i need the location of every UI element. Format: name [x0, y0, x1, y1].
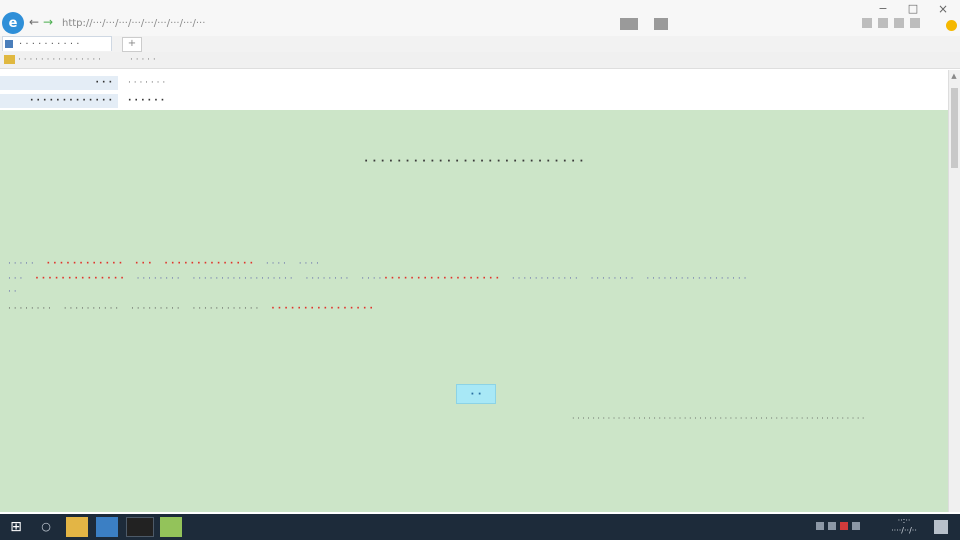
history-icon[interactable] — [878, 18, 888, 28]
tab-strip — [0, 36, 960, 52]
field-label: · · · · · · · · · · · · · — [0, 94, 118, 108]
message-link[interactable]: · · · · · · · · · · · · — [512, 274, 578, 284]
tab-active[interactable]: · · · · · · · · · · — [2, 36, 112, 51]
clock-date: ····/··/·· — [891, 526, 917, 535]
new-tab-button[interactable]: + — [122, 37, 142, 52]
message-link[interactable]: · · · · · · · · · · · · · · — [164, 259, 253, 269]
browser-taskbar-icon[interactable] — [96, 517, 118, 537]
download-icon[interactable] — [894, 18, 904, 28]
message-link[interactable]: · · · — [8, 274, 22, 284]
browser-logo-icon[interactable]: e — [2, 12, 24, 34]
message-link[interactable]: · · · · · · · · · · · · · · · · · · — [192, 274, 292, 284]
message-link[interactable]: · · · · · · · · · · · · · · · · · · — [646, 274, 746, 284]
message-link[interactable]: · · · · — [266, 259, 286, 269]
favorites-icon[interactable] — [862, 18, 872, 28]
message-link[interactable]: · · · · · · · · · · · · · · · · · · — [384, 274, 499, 284]
feedback-smile-icon[interactable] — [946, 20, 957, 31]
toolbar-icon[interactable] — [620, 18, 638, 30]
scroll-up-icon[interactable]: ▲ — [950, 72, 958, 80]
maximize-button[interactable]: □ — [906, 3, 920, 14]
message-link[interactable]: · · · · — [361, 274, 381, 284]
search-icon[interactable]: ○ — [38, 519, 54, 535]
volume-icon[interactable] — [828, 522, 836, 530]
field-value: · · · · · · · — [128, 78, 166, 88]
app-taskbar-icon[interactable] — [160, 517, 182, 537]
menu-icon[interactable] — [910, 18, 920, 28]
message-link[interactable]: · · · · — [299, 259, 319, 269]
message-link[interactable]: · · · · · · · · — [137, 274, 180, 284]
message-link[interactable]: · · · — [135, 259, 152, 269]
message-link[interactable]: · · · · · · · · · · · · · · · · — [271, 304, 373, 314]
folder-icon — [4, 55, 15, 64]
field-value: · · · · · · — [128, 96, 165, 106]
message-link[interactable]: · · · · · · · · · · — [64, 304, 118, 314]
tab-favicon-icon — [5, 40, 13, 48]
message-title: · · · · · · · · · · · · · · · · · · · · … — [364, 156, 584, 167]
system-tray — [816, 520, 876, 534]
message-line: · · · · · · · · · · · · · · · · · · · · … — [8, 303, 373, 315]
confirm-button[interactable]: · · — [456, 384, 496, 404]
file-explorer-icon[interactable] — [66, 517, 88, 537]
message-link[interactable]: · · · · · · · · · · · · · · — [35, 274, 124, 284]
toolbar-icon[interactable] — [654, 18, 668, 30]
message-line: · · · · · · · · · · · · · · · · · · · · … — [8, 258, 319, 270]
clock-time: ··:·· — [897, 516, 911, 525]
browser-tools — [862, 18, 958, 32]
footnote-text: · · · · · · · · · · · · · · · · · · · · … — [572, 414, 865, 423]
message-link[interactable]: · · · · · · · · · · · · — [193, 304, 259, 314]
input-method-icon[interactable] — [852, 522, 860, 530]
message-link[interactable]: · · — [8, 287, 17, 297]
terminal-taskbar-icon[interactable] — [126, 517, 154, 537]
scrollbar-thumb[interactable] — [951, 88, 958, 168]
close-button[interactable]: × — [936, 3, 950, 15]
message-link[interactable]: · · · · · · · · — [591, 274, 634, 284]
notification-icon[interactable] — [934, 520, 948, 534]
bookmark-item[interactable]: · · · · · · · · · · · · · · · — [18, 52, 101, 68]
message-line: · · · · · · · · · · · · · · · · · · · · … — [8, 273, 747, 285]
message-link[interactable]: · · · · · · · · · · · · — [47, 259, 123, 269]
message-link[interactable]: · · · · · · · · — [305, 274, 348, 284]
start-button[interactable]: ⊞ — [8, 519, 24, 535]
network-icon[interactable] — [816, 522, 824, 530]
field-label: · · · — [0, 76, 118, 90]
back-button[interactable]: ← — [28, 16, 40, 28]
taskbar-clock[interactable]: ··:·· ····/··/·· — [884, 516, 924, 536]
address-bar[interactable]: http://···/···/···/···/···/···/···/···/·… — [56, 14, 628, 34]
message-link[interactable]: · · · · · · · · · — [131, 304, 180, 314]
minimize-button[interactable]: − — [876, 3, 890, 14]
alert-icon[interactable] — [840, 522, 848, 530]
message-text: · · · · · · · · — [8, 304, 51, 314]
message-link[interactable]: · · · · · — [8, 259, 34, 269]
forward-button[interactable]: → — [42, 16, 54, 28]
bookmark-item[interactable]: · · · · · — [130, 52, 156, 68]
